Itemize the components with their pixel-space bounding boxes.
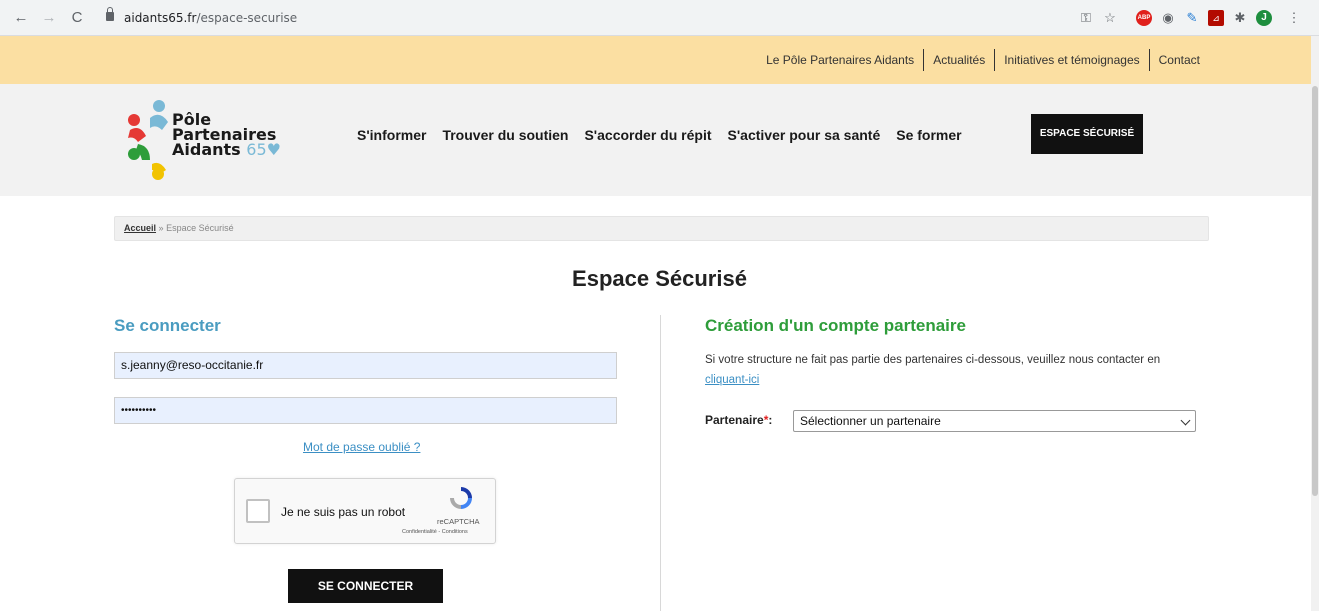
recaptcha-checkbox[interactable] — [246, 499, 270, 523]
site-header: Pôle Partenaires Aidants 65♥ S'informer … — [0, 84, 1319, 196]
main-nav: S'informer Trouver du soutien S'accorder… — [357, 127, 978, 143]
recaptcha-widget: Je ne suis pas un robot reCAPTCHA Confid… — [234, 478, 496, 544]
recaptcha-terms[interactable]: Confidentialité - Conditions — [402, 529, 468, 535]
partner-label: Partenaire*: — [705, 413, 773, 427]
login-button[interactable]: SE CONNECTER — [288, 569, 443, 603]
contact-link[interactable]: cliquant-ici — [705, 374, 759, 386]
partner-title: Création d'un compte partenaire — [705, 316, 966, 335]
top-nav-initiatives-link[interactable]: Initiatives et témoignages — [995, 49, 1148, 71]
key-icon[interactable]: ⚿ — [1078, 10, 1094, 26]
nav-sinformer[interactable]: S'informer — [357, 127, 426, 143]
pen-extension-icon[interactable]: ✎ — [1184, 10, 1200, 26]
breadcrumb-separator: » — [158, 223, 164, 233]
scrollbar-thumb[interactable] — [1312, 86, 1318, 496]
menu-dots-icon[interactable]: ⋮ — [1286, 10, 1302, 26]
top-nav: Le Pôle Partenaires Aidants Actualités I… — [757, 49, 1209, 71]
star-icon[interactable]: ☆ — [1102, 10, 1118, 26]
recaptcha-logo-icon — [450, 487, 472, 509]
breadcrumb-home-link[interactable]: Accueil — [124, 223, 156, 233]
lock-icon — [106, 7, 114, 21]
browser-toolbar: ← → C aidants65.fr/espace-securise ⚿ ☆ A… — [0, 0, 1319, 36]
breadcrumb: Accueil » Espace Sécurisé — [114, 216, 1209, 241]
nav-se-former[interactable]: Se former — [896, 127, 961, 143]
espace-securise-button[interactable]: ESPACE SÉCURISÉ — [1031, 114, 1143, 154]
page-title: Espace Sécurisé — [572, 266, 747, 291]
chevron-down-icon — [1180, 415, 1191, 426]
profile-avatar[interactable]: J — [1256, 10, 1272, 26]
password-field[interactable]: •••••••••• — [114, 397, 617, 424]
breadcrumb-current: Espace Sécurisé — [166, 223, 234, 233]
address-bar[interactable]: aidants65.fr/espace-securise — [98, 6, 1058, 30]
url-text: aidants65.fr/espace-securise — [124, 11, 298, 25]
login-title: Se connecter — [114, 316, 221, 335]
puzzle-icon[interactable]: ✱ — [1232, 10, 1248, 26]
back-arrow-icon[interactable]: ← — [12, 9, 30, 27]
forward-arrow-icon[interactable]: → — [40, 9, 58, 27]
forgot-password-link[interactable]: Mot de passe oublié ? — [303, 440, 420, 454]
logo-wordmark: Pôle Partenaires Aidants 65♥ — [172, 110, 281, 159]
adblock-icon[interactable]: ABP — [1136, 10, 1152, 26]
reload-icon[interactable]: C — [68, 9, 86, 27]
recaptcha-label: Je ne suis pas un robot — [281, 505, 406, 519]
site-logo[interactable]: Pôle Partenaires Aidants 65♥ — [128, 98, 298, 184]
pdf-icon[interactable]: ⊿ — [1208, 10, 1224, 26]
partner-info-text: Si votre structure ne fait pas partie de… — [705, 354, 1161, 386]
email-field[interactable]: s.jeanny@reso-occitanie.fr — [114, 352, 617, 379]
nav-trouver-soutien[interactable]: Trouver du soutien — [442, 127, 568, 143]
recaptcha-brand: reCAPTCHA — [437, 517, 480, 526]
partner-select[interactable]: Sélectionner un partenaire — [793, 410, 1196, 432]
nav-activer-sante[interactable]: S'activer pour sa santé — [728, 127, 881, 143]
partner-select-value: Sélectionner un partenaire — [800, 414, 941, 428]
circle-extension-icon[interactable]: ◉ — [1160, 10, 1176, 26]
top-nav-contact-link[interactable]: Contact — [1150, 49, 1209, 71]
top-nav-actualites-link[interactable]: Actualités — [924, 49, 994, 71]
column-divider — [660, 315, 661, 611]
nav-accorder-repit[interactable]: S'accorder du répit — [584, 127, 711, 143]
top-nav-pole-link[interactable]: Le Pôle Partenaires Aidants — [757, 49, 923, 71]
top-utility-bar: Le Pôle Partenaires Aidants Actualités I… — [0, 36, 1319, 84]
